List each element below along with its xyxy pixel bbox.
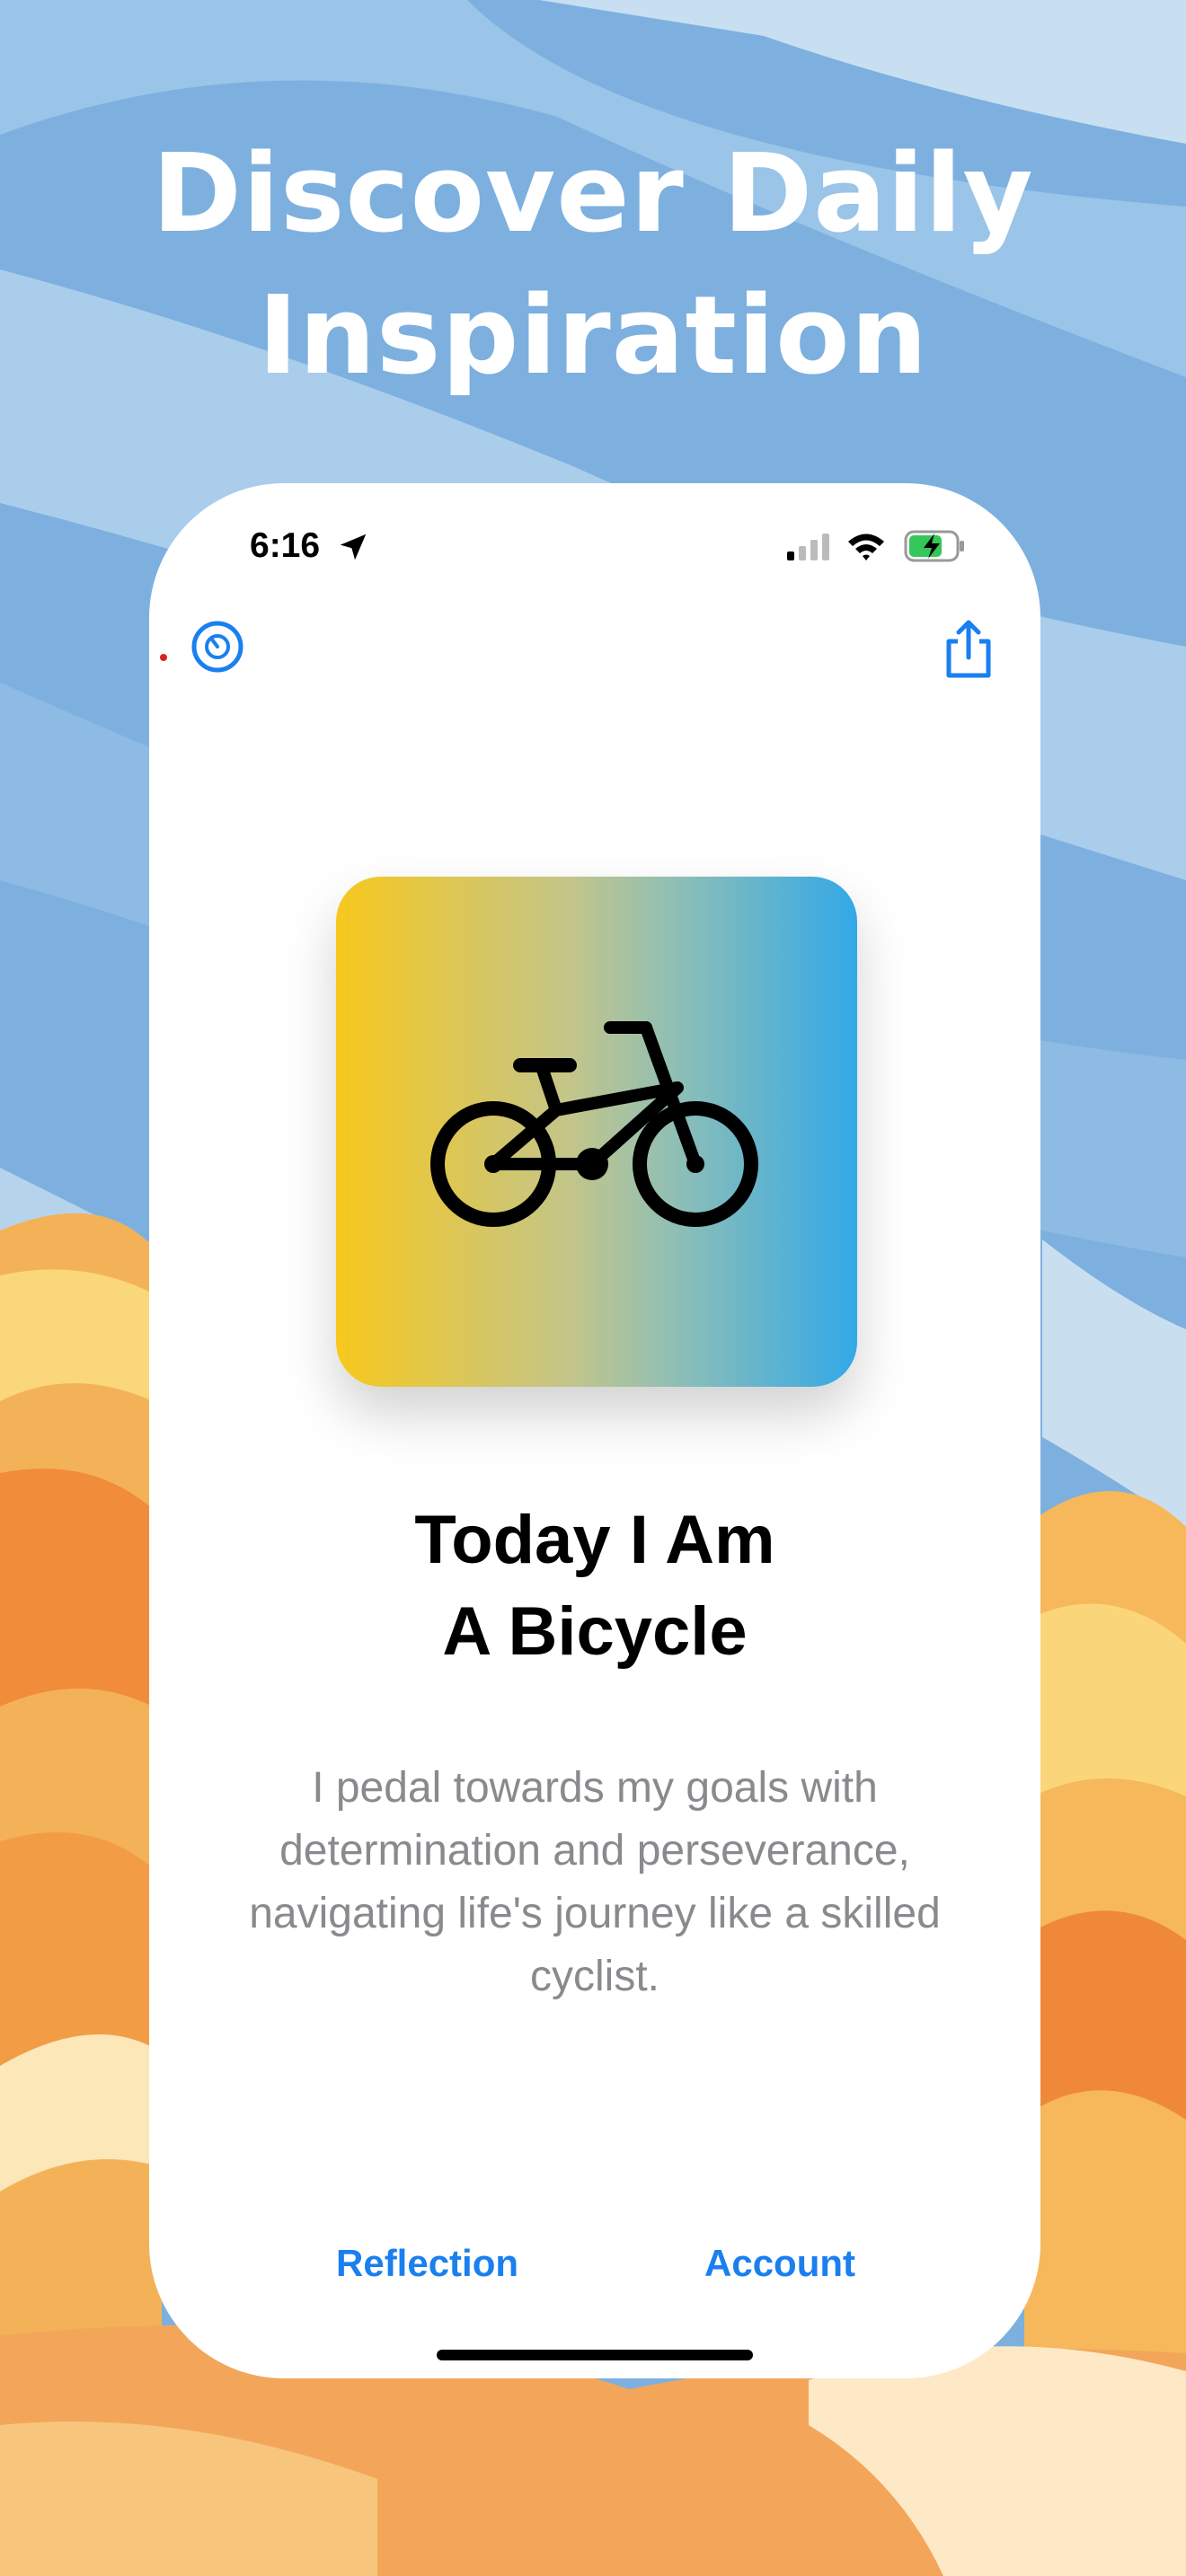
headline-line-1: Discover Daily: [152, 132, 1034, 257]
wifi-icon: [848, 534, 884, 560]
bicycle-icon: [430, 1021, 758, 1227]
recording-indicator: [160, 654, 167, 661]
status-time: 6:16: [250, 526, 321, 565]
location-arrow-icon: [340, 534, 367, 560]
title-line-2: A Bicycle: [442, 1593, 748, 1670]
timer-icon[interactable]: [189, 618, 246, 675]
tab-reflection[interactable]: Reflection: [336, 2242, 518, 2285]
title-line-1: Today I Am: [414, 1502, 775, 1578]
promo-headline: Discover Daily Inspiration: [0, 124, 1186, 408]
share-icon[interactable]: [942, 618, 996, 681]
tab-account[interactable]: Account: [704, 2242, 855, 2285]
headline-line-2: Inspiration: [257, 274, 929, 399]
battery-charging-icon: [904, 530, 964, 562]
cellular-signal-icon: [787, 534, 829, 560]
phone-screen: 6:16 Today I Am A Bicycle I pedal toward…: [149, 483, 1040, 2378]
home-indicator[interactable]: [437, 2350, 753, 2360]
affirmation-description: I pedal towards my goals with determinat…: [249, 1764, 941, 2000]
daily-card: [336, 877, 857, 1387]
affirmation-title: Today I Am A Bicycle: [149, 1495, 1040, 1678]
